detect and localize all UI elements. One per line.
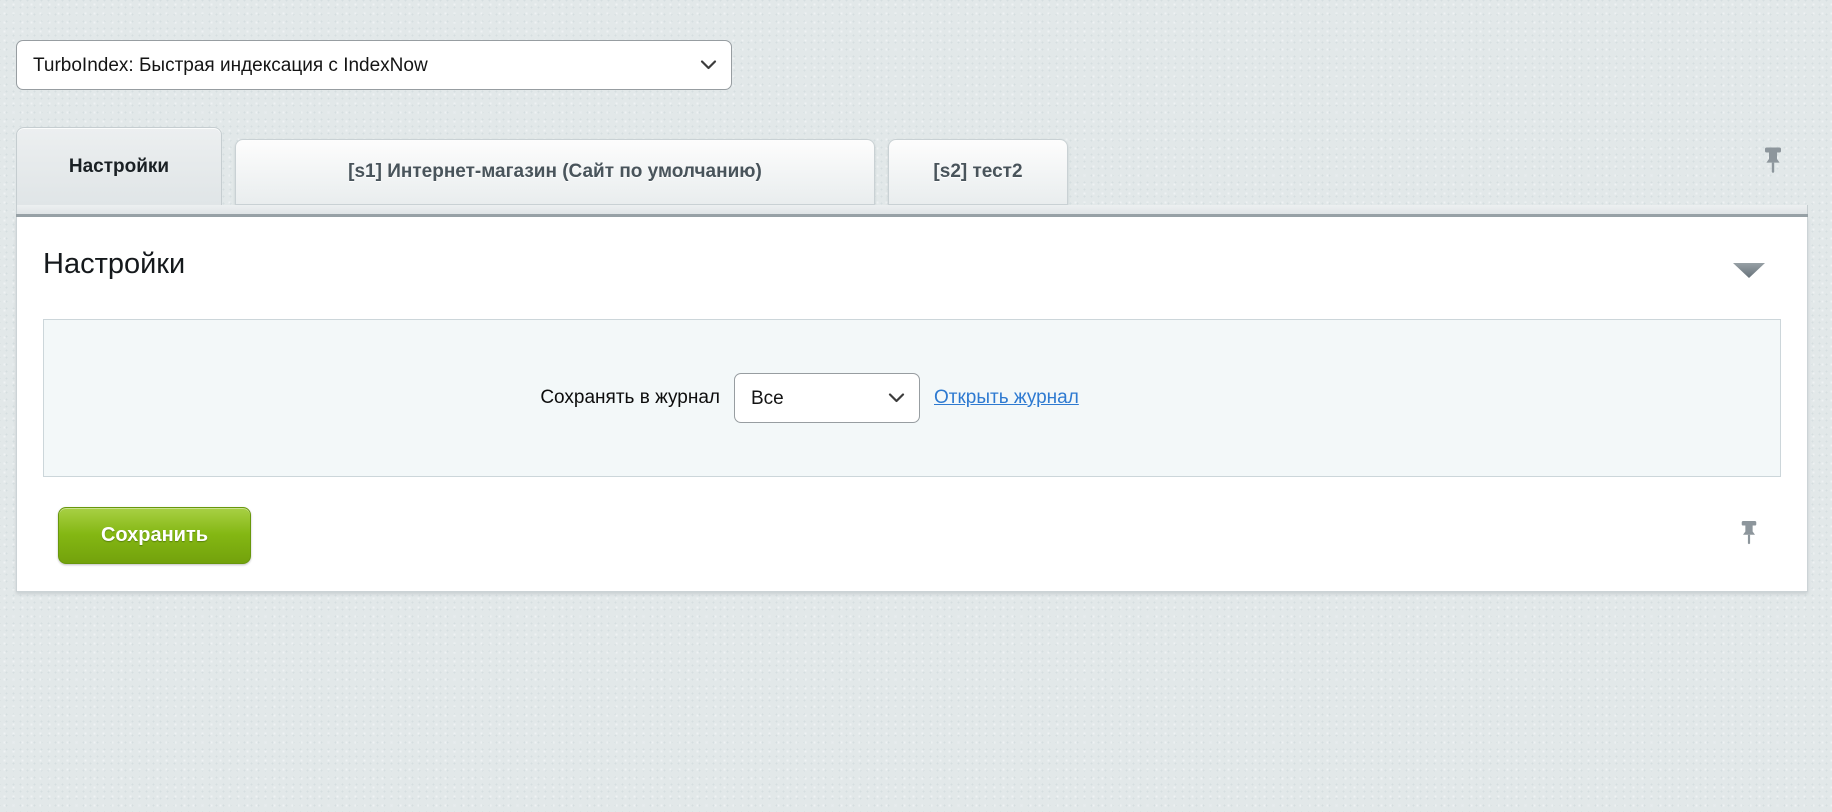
actions-row: Сохранить [58,507,1767,564]
module-select[interactable]: TurboIndex: Быстрая индексация с IndexNo… [16,40,732,90]
open-journal-link[interactable]: Открыть журнал [934,387,1079,409]
pin-icon[interactable] [1739,520,1759,551]
pin-icon[interactable] [1762,147,1784,181]
tab-site-s2[interactable]: [s2] тест2 [888,139,1068,205]
journal-field-label: Сохранять в журнал [44,387,720,409]
admin-settings-page: TurboIndex: Быстрая индексация с IndexNo… [0,0,1832,812]
tab-settings[interactable]: Настройки [16,127,222,205]
panel-top-strip [16,205,1808,214]
tab-site-s1-label: [s1] Интернет-магазин (Сайт по умолчанию… [348,161,762,183]
tab-bar: Настройки [s1] Интернет-магазин (Сайт по… [16,127,1808,205]
journal-field-row: Сохранять в журнал Все Открыть журнал [44,373,1780,423]
tab-site-s1[interactable]: [s1] Интернет-магазин (Сайт по умолчанию… [235,139,875,205]
settings-fields-box: Сохранять в журнал Все Открыть журнал [43,319,1781,477]
tab-settings-label: Настройки [69,156,169,178]
section-header: Настройки [17,217,1807,281]
module-select-wrap: TurboIndex: Быстрая индексация с IndexNo… [16,40,732,90]
journal-select-wrap: Все [734,373,920,423]
tab-site-s2-label: [s2] тест2 [933,161,1022,183]
save-button[interactable]: Сохранить [58,507,251,564]
section-title: Настройки [43,247,1781,281]
settings-panel: Настройки Сохранять в журнал [16,217,1808,592]
collapse-arrow-icon[interactable] [1733,263,1765,278]
journal-select[interactable]: Все [734,373,920,423]
